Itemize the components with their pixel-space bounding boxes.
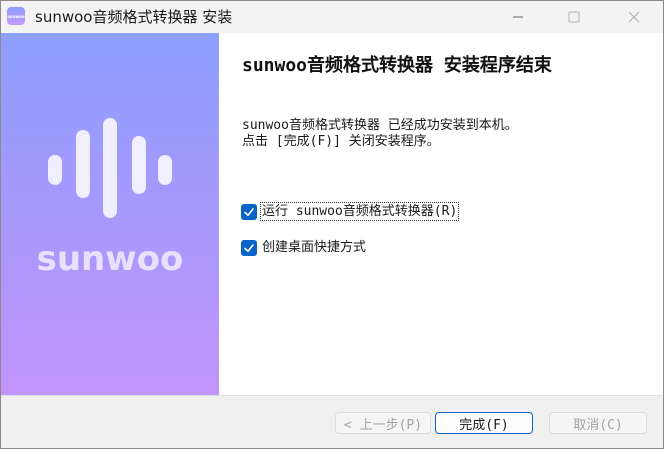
- wave-bar: [132, 136, 146, 194]
- maximize-button[interactable]: [546, 1, 602, 33]
- instruction-message: 点击 [完成(F)] 关闭安装程序。: [242, 134, 440, 149]
- title-bar[interactable]: sunwoo sunwoo音频格式转换器 安装: [1, 1, 663, 33]
- window-title: sunwoo音频格式转换器 安装: [35, 8, 233, 26]
- finish-button[interactable]: 完成(F): [435, 412, 533, 434]
- side-banner: sunwoo: [1, 33, 219, 395]
- wave-bar: [48, 155, 62, 185]
- brand-logo-text: sunwoo: [36, 239, 184, 279]
- minimize-button[interactable]: [490, 1, 546, 33]
- checkmark-icon: [244, 243, 254, 252]
- button-bar: < 上一步(P) 完成(F) 取消(C): [1, 395, 663, 448]
- page-title: sunwoo音频格式转换器 安装程序结束: [242, 55, 552, 76]
- installer-window: sunwoo sunwoo音频格式转换器 安装 sunwoo sunwoo音频格…: [0, 0, 664, 449]
- desktop-shortcut-checkbox[interactable]: [241, 239, 257, 256]
- app-icon: sunwoo: [7, 7, 25, 25]
- desktop-shortcut-label[interactable]: 创建桌面快捷方式: [261, 239, 367, 256]
- checkmark-icon: [244, 207, 254, 216]
- wave-bar: [76, 130, 90, 198]
- close-icon: [628, 11, 640, 23]
- minimize-icon: [513, 16, 523, 18]
- cancel-button[interactable]: 取消(C): [549, 412, 647, 434]
- back-button[interactable]: < 上一步(P): [335, 412, 431, 434]
- wave-bar: [158, 155, 172, 185]
- app-icon-text: sunwoo: [7, 13, 25, 19]
- run-app-option[interactable]: 运行 sunwoo音频格式转换器(R): [241, 202, 460, 221]
- success-message: sunwoo音频格式转换器 已经成功安装到本机。: [242, 118, 518, 133]
- close-button[interactable]: [606, 1, 662, 33]
- run-app-label[interactable]: 运行 sunwoo音频格式转换器(R): [259, 202, 460, 221]
- content-panel: sunwoo音频格式转换器 安装程序结束 sunwoo音频格式转换器 已经成功安…: [219, 33, 663, 395]
- desktop-shortcut-option[interactable]: 创建桌面快捷方式: [241, 239, 367, 256]
- maximize-icon: [568, 11, 580, 23]
- wave-bar: [103, 118, 117, 218]
- run-app-checkbox[interactable]: [241, 203, 257, 220]
